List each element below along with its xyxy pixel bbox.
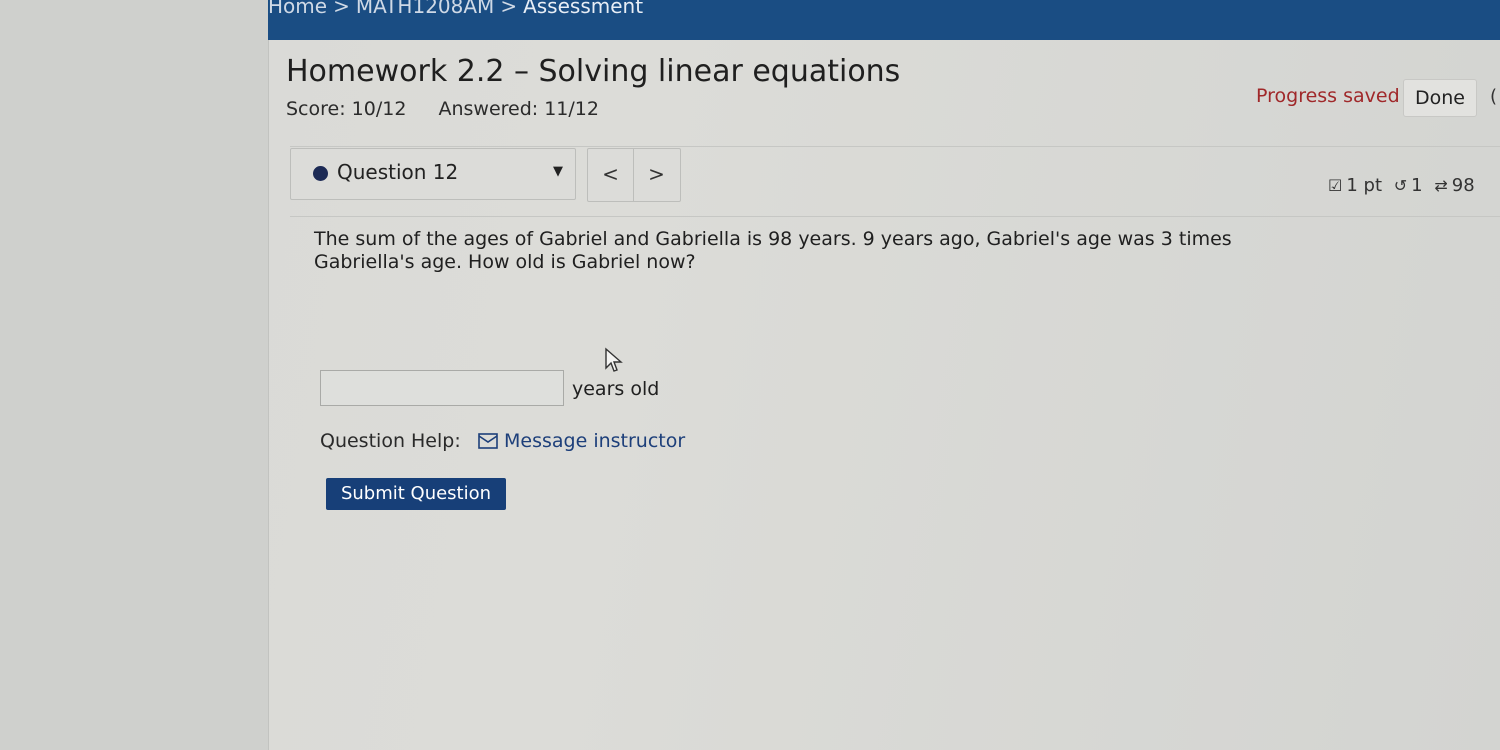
divider xyxy=(290,216,1500,217)
answer-input[interactable] xyxy=(320,370,564,406)
question-nav-group: < > xyxy=(587,148,681,202)
breadcrumb-course[interactable]: MATH1208AM xyxy=(356,0,494,18)
answer-unit: years old xyxy=(572,378,660,400)
breadcrumb-separator: > xyxy=(333,0,350,18)
left-gutter xyxy=(0,0,269,750)
attempts-text: 1 xyxy=(1411,175,1423,196)
status-dot-icon xyxy=(313,166,328,181)
submit-question-button[interactable]: Submit Question xyxy=(326,478,506,510)
question-meta: ☑ 1 pt ↺ 1 ⇄ 98 xyxy=(1328,175,1481,196)
question-help-label: Question Help: xyxy=(320,430,461,452)
question-text: The sum of the ages of Gabriel and Gabri… xyxy=(314,228,1232,273)
cut-off-button[interactable]: ( xyxy=(1490,86,1497,107)
envelope-icon xyxy=(478,433,498,449)
breadcrumb: Home > MATH1208AM > Assessment xyxy=(268,0,643,18)
caret-down-icon: ▼ xyxy=(553,164,563,179)
question-select-label: Question 12 xyxy=(337,160,459,184)
score-line: Score: 10/12 Answered: 11/12 xyxy=(286,98,599,120)
points-text: 1 pt xyxy=(1346,175,1383,196)
previous-question-button[interactable]: < xyxy=(588,149,634,201)
breadcrumb-current: Assessment xyxy=(523,0,644,18)
question-select[interactable]: Question 12 ▼ xyxy=(290,148,576,200)
next-question-button[interactable]: > xyxy=(634,149,679,201)
score-text: Score: 10/12 xyxy=(286,98,407,120)
done-button[interactable]: Done xyxy=(1403,79,1477,117)
checkbox-icon: ☑ xyxy=(1328,176,1343,195)
page-title: Homework 2.2 – Solving linear equations xyxy=(286,54,901,89)
answered-text: Answered: 11/12 xyxy=(438,98,599,120)
top-bar: Home > MATH1208AM > Assessment xyxy=(268,0,1500,40)
mouse-cursor-icon xyxy=(605,347,623,372)
divider xyxy=(290,146,1500,147)
breadcrumb-separator: > xyxy=(500,0,518,18)
progress-status: Progress saved xyxy=(1256,85,1400,107)
message-instructor-link[interactable]: Message instructor xyxy=(504,430,685,452)
assessment-content: Homework 2.2 – Solving linear equations … xyxy=(268,40,1500,750)
versions-text: 98 xyxy=(1451,175,1475,196)
retry-icon: ↺ xyxy=(1393,176,1408,195)
versions-icon: ⇄ xyxy=(1434,176,1448,195)
breadcrumb-home[interactable]: Home xyxy=(268,0,327,18)
